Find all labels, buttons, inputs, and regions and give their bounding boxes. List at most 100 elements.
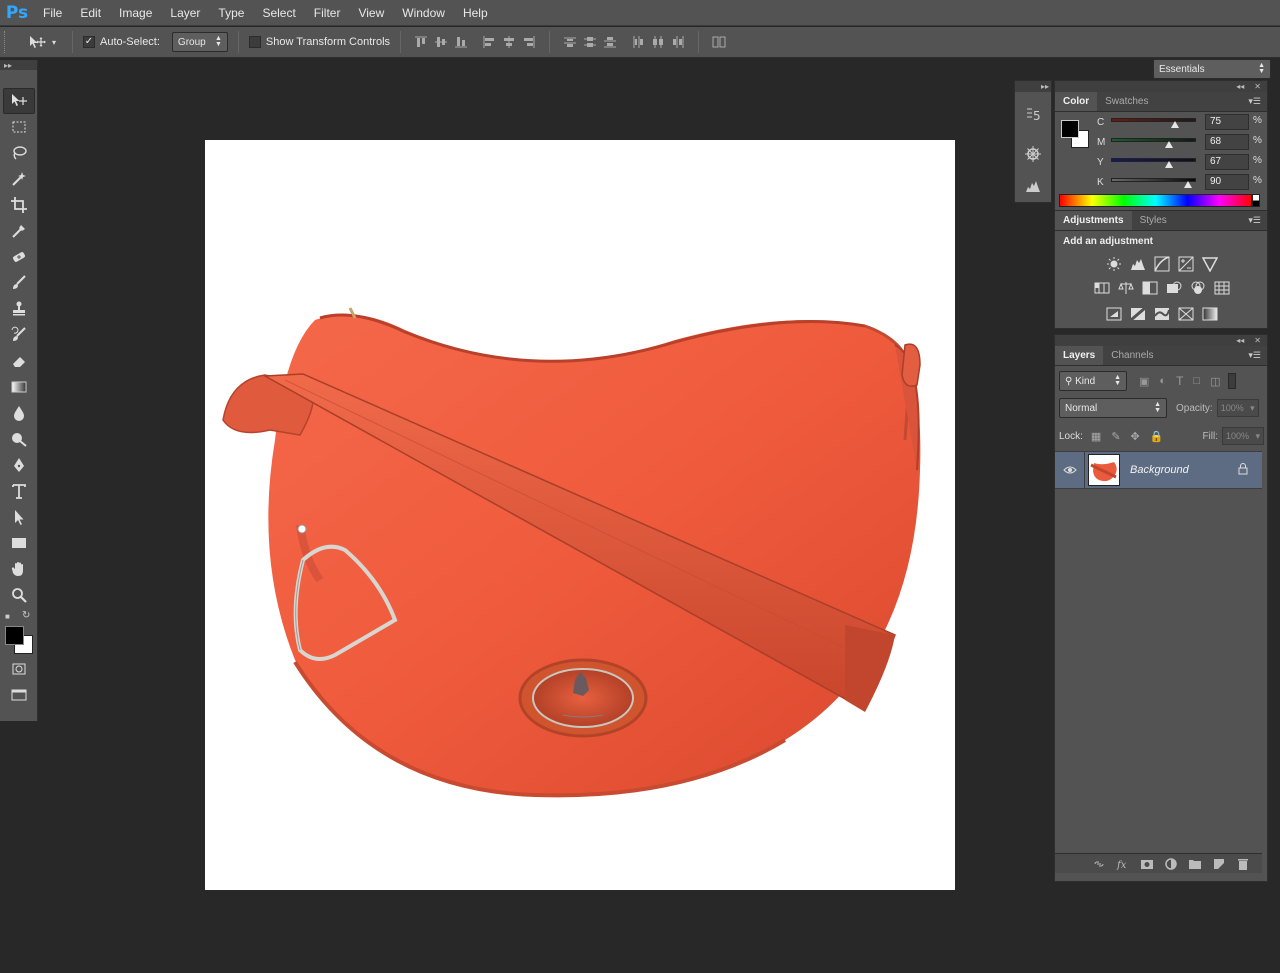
- align-right-edges-button[interactable]: [519, 32, 539, 52]
- menu-select[interactable]: Select: [253, 0, 304, 26]
- tab-adjustments[interactable]: Adjustments: [1055, 211, 1132, 230]
- collapse-icon[interactable]: ◂◂: [1236, 336, 1244, 345]
- show-transform-controls-checkbox[interactable]: [248, 36, 261, 48]
- eraser-tool[interactable]: [3, 348, 35, 374]
- magenta-slider-thumb[interactable]: [1165, 141, 1173, 148]
- black-value-field[interactable]: 90: [1205, 174, 1249, 190]
- yellow-value-field[interactable]: 67: [1205, 154, 1249, 170]
- menu-view[interactable]: View: [349, 0, 393, 26]
- black-white-icon[interactable]: [1141, 279, 1159, 297]
- color-panel-top-bar[interactable]: ◂◂ ✕: [1055, 81, 1267, 92]
- clone-stamp-tool[interactable]: [3, 296, 35, 322]
- yellow-slider-track[interactable]: [1111, 158, 1196, 162]
- layer-filter-kind-dropdown[interactable]: ⚲ Kind ▲ ▼: [1059, 371, 1127, 391]
- screen-mode-button[interactable]: [3, 682, 35, 708]
- menu-type[interactable]: Type: [209, 0, 253, 26]
- menu-image[interactable]: Image: [110, 0, 161, 26]
- channel-mixer-icon[interactable]: [1189, 279, 1207, 297]
- layer-name[interactable]: Background: [1130, 464, 1189, 476]
- type-tool[interactable]: [3, 478, 35, 504]
- menu-window[interactable]: Window: [393, 0, 454, 26]
- levels-icon[interactable]: [1129, 255, 1147, 273]
- yellow-slider-thumb[interactable]: [1165, 161, 1173, 168]
- fill-field[interactable]: 100% ▾: [1222, 427, 1264, 445]
- cyan-value-field[interactable]: 75: [1205, 114, 1249, 130]
- distribute-vertical-centers-button[interactable]: [580, 32, 600, 52]
- close-icon[interactable]: ✕: [1254, 82, 1261, 91]
- panel-menu-icon[interactable]: ▾☰: [1248, 96, 1261, 107]
- zoom-tool[interactable]: [3, 582, 35, 608]
- distribute-horizontal-centers-button[interactable]: [648, 32, 668, 52]
- blend-mode-dropdown[interactable]: Normal ▲ ▼: [1059, 398, 1167, 418]
- gradient-map-icon[interactable]: [1201, 305, 1219, 323]
- workspace-switcher[interactable]: Essentials ▲ ▼: [1153, 59, 1271, 79]
- align-left-edges-button[interactable]: [479, 32, 499, 52]
- black-slider-thumb[interactable]: [1184, 181, 1192, 188]
- tab-channels[interactable]: Channels: [1103, 346, 1161, 365]
- crop-tool[interactable]: [3, 192, 35, 218]
- selective-color-icon[interactable]: [1177, 305, 1195, 323]
- invert-icon[interactable]: [1105, 305, 1123, 323]
- exposure-icon[interactable]: [1177, 255, 1195, 273]
- filter-smart-object-icon[interactable]: ◫: [1210, 375, 1220, 388]
- panel-menu-icon[interactable]: ▾☰: [1248, 350, 1261, 361]
- quick-mask-button[interactable]: [3, 656, 35, 682]
- tab-styles[interactable]: Styles: [1132, 211, 1175, 230]
- gradient-tool[interactable]: [3, 374, 35, 400]
- options-bar-grip[interactable]: [4, 31, 12, 53]
- distribute-left-button[interactable]: [628, 32, 648, 52]
- align-bottom-edges-button[interactable]: [451, 32, 471, 52]
- document-canvas[interactable]: [205, 140, 955, 890]
- history-brush-tool[interactable]: [3, 322, 35, 348]
- align-horizontal-centers-button[interactable]: [499, 32, 519, 52]
- hue-saturation-icon[interactable]: [1093, 279, 1111, 297]
- link-layers-icon[interactable]: [1092, 857, 1106, 871]
- align-vertical-centers-button[interactable]: [431, 32, 451, 52]
- menu-filter[interactable]: Filter: [305, 0, 350, 26]
- fx-icon[interactable]: fx: [1116, 857, 1130, 871]
- cyan-slider-thumb[interactable]: [1171, 121, 1179, 128]
- menu-layer[interactable]: Layer: [161, 0, 209, 26]
- dodge-tool[interactable]: [3, 426, 35, 452]
- dock-header[interactable]: ▸▸: [1015, 81, 1051, 92]
- align-top-edges-button[interactable]: [411, 32, 431, 52]
- new-adjustment-layer-icon[interactable]: [1164, 857, 1178, 871]
- layer-visibility-toggle[interactable]: [1055, 451, 1085, 489]
- histogram-panel-button[interactable]: [1015, 170, 1051, 202]
- add-mask-icon[interactable]: [1140, 857, 1154, 871]
- history-panel-button[interactable]: 5: [1015, 98, 1051, 130]
- filter-pixel-icon[interactable]: ▣: [1139, 375, 1149, 388]
- hand-tool[interactable]: [3, 556, 35, 582]
- close-icon[interactable]: ✕: [1254, 336, 1261, 345]
- swap-colors-icon[interactable]: ↻: [22, 610, 30, 621]
- magic-wand-tool[interactable]: [3, 166, 35, 192]
- color-balance-icon[interactable]: [1117, 279, 1135, 297]
- filter-toggle-switch[interactable]: [1228, 373, 1237, 389]
- vibrance-icon[interactable]: [1201, 255, 1219, 273]
- tool-preset-picker[interactable]: ▾: [22, 31, 62, 53]
- color-ramp-spectrum[interactable]: [1059, 194, 1252, 207]
- auto-select-checkbox[interactable]: ✓: [83, 36, 95, 48]
- new-layer-icon[interactable]: [1212, 857, 1226, 871]
- layer-thumbnail[interactable]: [1088, 454, 1120, 486]
- collapse-icon[interactable]: ◂◂: [1236, 82, 1244, 91]
- color-lookup-icon[interactable]: [1213, 279, 1231, 297]
- tab-color[interactable]: Color: [1055, 92, 1098, 111]
- rectangle-tool[interactable]: [3, 530, 35, 556]
- tab-layers[interactable]: Layers: [1055, 346, 1104, 365]
- tab-swatches[interactable]: Swatches: [1097, 92, 1156, 111]
- new-group-icon[interactable]: [1188, 857, 1202, 871]
- menu-edit[interactable]: Edit: [71, 0, 110, 26]
- menu-file[interactable]: File: [34, 0, 71, 26]
- delete-layer-icon[interactable]: [1236, 857, 1250, 871]
- auto-align-layers-button[interactable]: [709, 32, 729, 52]
- posterize-icon[interactable]: [1129, 305, 1147, 323]
- pen-tool[interactable]: [3, 452, 35, 478]
- foreground-color-swatch[interactable]: [5, 626, 24, 645]
- rectangular-marquee-tool[interactable]: [3, 114, 35, 140]
- color-ramp-white-black[interactable]: [1252, 194, 1260, 207]
- distribute-right-button[interactable]: [668, 32, 688, 52]
- curves-icon[interactable]: [1153, 255, 1171, 273]
- filter-adjustment-icon[interactable]: ◐: [1159, 375, 1166, 387]
- path-selection-tool[interactable]: [3, 504, 35, 530]
